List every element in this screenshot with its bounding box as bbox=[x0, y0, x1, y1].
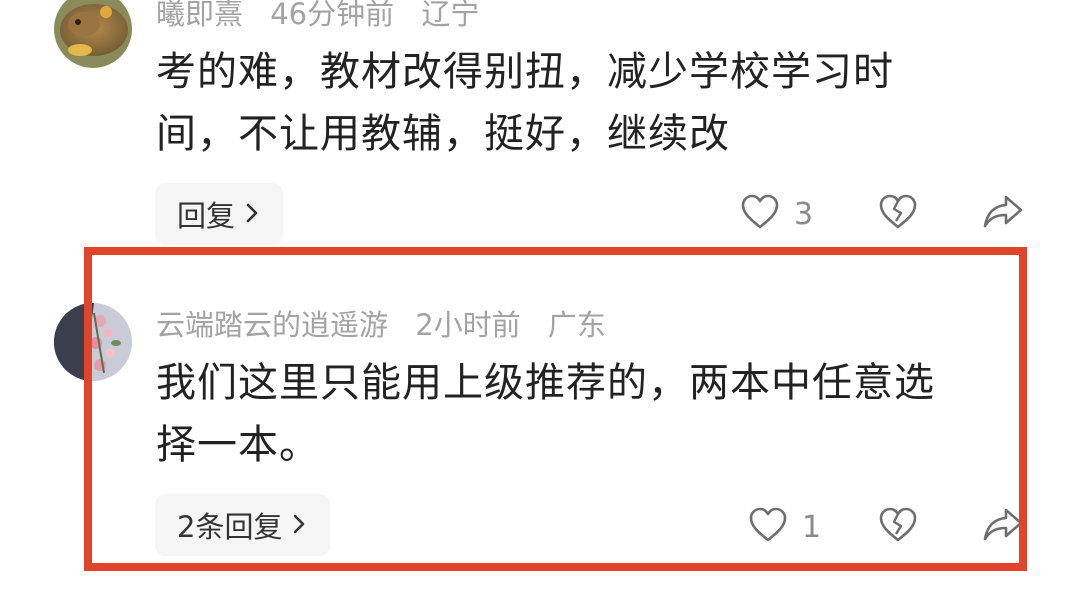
like-button[interactable]: 3 bbox=[740, 193, 813, 235]
broken-heart-icon bbox=[878, 506, 918, 548]
comment-text-line: 间，不让用教辅，挺好，继续改 bbox=[156, 111, 730, 157]
heart-outline-icon bbox=[748, 506, 788, 548]
comment-text-line: 我们这里只能用上级推荐的，两本中任意选 bbox=[156, 360, 935, 406]
comment-1: 曦即熹 46分钟前 辽宁 考的难，教材改得别扭，减少学校学习时 间，不让用教辅，… bbox=[0, 0, 1080, 245]
comment-meta: 云端踏云的逍遥游 2小时前 广东 bbox=[156, 307, 606, 343]
dislike-button[interactable] bbox=[878, 193, 918, 235]
like-count: 1 bbox=[802, 509, 822, 545]
like-count: 3 bbox=[794, 196, 814, 232]
like-button[interactable]: 1 bbox=[748, 506, 821, 548]
comment-meta: 曦即熹 46分钟前 辽宁 bbox=[156, 0, 479, 32]
dislike-button[interactable] bbox=[878, 506, 918, 548]
share-button[interactable] bbox=[982, 506, 1024, 548]
share-button[interactable] bbox=[982, 193, 1024, 235]
timestamp: 46分钟前 bbox=[270, 0, 395, 31]
reply-button[interactable]: 回复 bbox=[155, 183, 284, 245]
location: 广东 bbox=[547, 308, 606, 342]
share-arrow-icon bbox=[982, 193, 1024, 235]
comment-text-line: 考的难，教材改得别扭，减少学校学习时 bbox=[156, 49, 894, 95]
chevron-right-icon bbox=[245, 197, 259, 231]
broken-heart-icon bbox=[878, 193, 918, 235]
heart-outline-icon bbox=[740, 193, 780, 235]
comment-text-line: 择一本。 bbox=[156, 422, 320, 468]
comment-text: 我们这里只能用上级推荐的，两本中任意选 择一本。 bbox=[156, 352, 1016, 476]
location: 辽宁 bbox=[421, 0, 480, 31]
avatar[interactable] bbox=[54, 303, 132, 381]
timestamp: 2小时前 bbox=[415, 308, 521, 342]
share-arrow-icon bbox=[982, 506, 1024, 548]
reply-label: 回复 bbox=[177, 199, 236, 233]
chevron-right-icon bbox=[292, 508, 306, 542]
reply-label: 2条回复 bbox=[177, 510, 283, 544]
view-replies-button[interactable]: 2条回复 bbox=[155, 494, 331, 556]
username[interactable]: 云端踏云的逍遥游 bbox=[156, 308, 388, 342]
username[interactable]: 曦即熹 bbox=[156, 0, 243, 31]
comment-text: 考的难，教材改得别扭，减少学校学习时 间，不让用教辅，挺好，继续改 bbox=[156, 41, 1016, 165]
avatar[interactable] bbox=[54, 0, 132, 68]
comment-2: 云端踏云的逍遥游 2小时前 广东 我们这里只能用上级推荐的，两本中任意选 择一本… bbox=[0, 245, 1080, 602]
